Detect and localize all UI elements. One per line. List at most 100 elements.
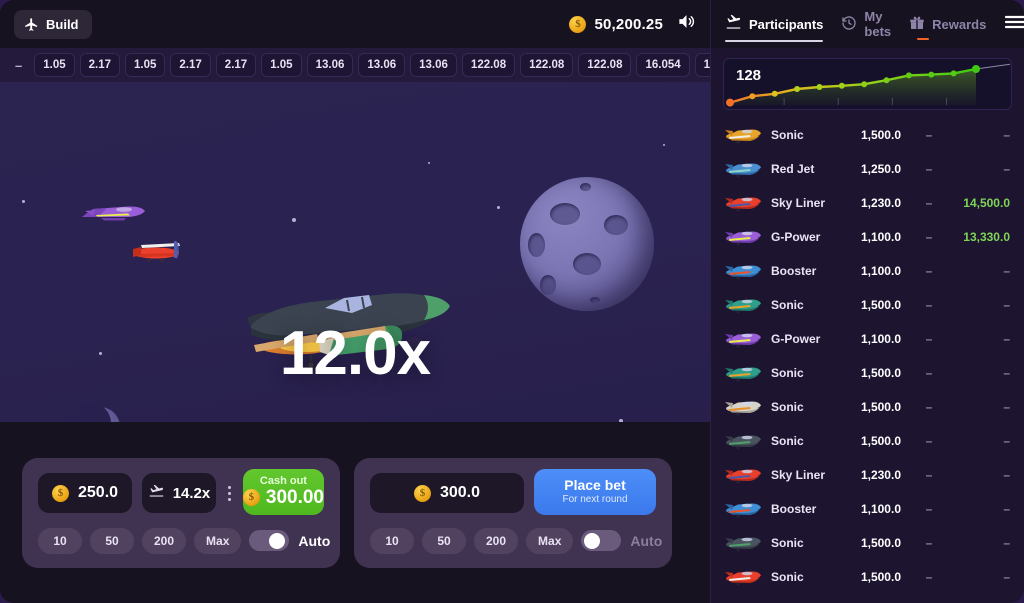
orange-prop-plane [725,129,761,144]
history-chip[interactable]: 2.17 [79,53,121,77]
participant-plane-thumbnail [721,192,763,214]
participant-row[interactable]: Sonic 1,500.0 – – [711,560,1024,594]
participant-bet: 1,100.0 [860,230,901,244]
participants-list[interactable]: Sonic 1,500.0 – – Red Jet 1,250.0 – – Sky Liner 1… [711,118,1024,603]
round-history-bar[interactable]: – 1.05 2.17 1.05 2.17 2.17 1.05 13.06 13.06 13.0… [0,48,710,82]
star [663,144,665,146]
auto-toggle-1[interactable] [249,530,290,551]
green-gray-plane [725,537,761,552]
bet-amount-input-1[interactable]: $ 250.0 [38,473,133,513]
quick-amount-chip[interactable]: 10 [370,527,414,554]
history-chip[interactable]: 122.08 [520,53,574,77]
aviator-game-app: Build $ 50,200.25 – 1.05 2.17 1.05 2.17 … [0,0,1024,603]
tab-rewards[interactable]: Rewards [909,0,986,48]
participant-multiplier: – [925,400,933,414]
participant-row[interactable]: Sonic 1,500.0 – – [711,356,1024,390]
participant-name: Red Jet [771,162,815,176]
history-chip[interactable]: 13.06 [358,53,406,77]
auto-toggle-2[interactable] [581,530,622,551]
quick-amount-list-2: 10 50 200 Max [370,527,574,554]
participant-multiplier: – [925,162,933,176]
participant-name: Sonic [771,298,804,312]
tab-participants[interactable]: Participants [725,0,824,48]
sound-on-icon[interactable] [677,12,696,36]
auto-label-1: Auto [298,532,331,549]
participant-row[interactable]: Sky Liner 1,230.0 – – [711,458,1024,492]
dots-vertical-icon[interactable] [226,485,233,501]
participant-row[interactable]: Sky Liner 1,230.0 – 14,500.0 [711,186,1024,220]
participant-bet: 1,100.0 [860,264,901,278]
participant-multiplier: – [925,468,933,482]
participant-row[interactable]: Sonic 1,500.0 – – [711,390,1024,424]
participant-win: – [1003,434,1010,448]
participant-row[interactable]: Sonic 1,500.0 – – [711,526,1024,560]
quick-amount-chip[interactable]: 10 [38,527,82,554]
quick-amount-chip[interactable]: 50 [90,527,134,554]
quick-amount-chip[interactable]: 50 [422,527,466,554]
quick-amount-chip[interactable]: 200 [474,527,519,554]
mini-chart-point [816,84,823,90]
bet-amount-input-2[interactable]: $ 300.0 [370,473,524,513]
rewards-notification-badge [917,37,930,40]
history-chip[interactable]: 2.17 [215,53,257,77]
participant-bet: 1,100.0 [860,502,901,516]
participant-multiplier: – [925,196,933,210]
bet-panel-1-top-row: $ 250.0 14.2x Cash out $ 300.00 [38,468,324,515]
participant-win: – [1003,366,1010,380]
airplane-icon [24,17,39,32]
participant-row[interactable]: Sonic 1,500.0 – – [711,288,1024,322]
participant-name: Sky Liner [771,468,826,482]
history-chip[interactable]: 13.06 [306,53,354,77]
history-chip[interactable]: 2.17 [170,53,211,77]
tab-my-bets[interactable]: My bets [841,0,891,48]
red-liner-plane [725,197,761,212]
quick-amount-chip[interactable]: 200 [142,527,187,554]
build-button[interactable]: Build [14,9,92,39]
history-chip[interactable]: 1.05 [125,53,166,77]
participant-name: G-Power [771,332,821,346]
history-chip-list: 1.05 2.17 1.05 2.17 2.17 1.05 13.06 13.06 13.06 1… [34,53,710,77]
current-multiplier: 12.0x [279,319,431,388]
participant-plane-thumbnail [721,328,763,350]
bet-panel-2-bottom-row: 10 50 200 Max Auto [370,527,662,554]
participant-multiplier: – [925,434,933,448]
participant-plane-thumbnail [721,464,763,486]
participant-multiplier: – [925,536,933,550]
participant-win: – [1003,468,1010,482]
purple-jet-plane [82,206,145,221]
participant-name: Booster [771,264,817,278]
history-chip[interactable]: 13.06 [410,53,457,77]
participant-bet: 1,500.0 [860,366,901,380]
quick-amount-chip[interactable]: Max [194,527,242,554]
cash-out-label: Cash out [259,474,307,487]
participant-row[interactable]: G-Power 1,100.0 – – [711,322,1024,356]
place-bet-button[interactable]: Place bet For next round [534,468,656,515]
participant-row[interactable]: Red Jet 1,250.0 – – [711,152,1024,186]
history-chip[interactable]: 122.08 [578,53,632,77]
participant-row[interactable]: Booster 1,100.0 – – [711,492,1024,526]
history-chip[interactable]: 16.054 [694,53,710,77]
participant-multiplier: – [925,366,933,380]
hamburger-menu-icon[interactable] [1004,14,1024,35]
participant-row[interactable]: Sonic 1,500.0 – – [711,424,1024,458]
cash-out-button[interactable]: Cash out $ 300.00 [242,468,324,515]
participant-win: – [1003,502,1010,516]
history-chip[interactable]: 1.05 [261,53,302,77]
participant-row[interactable]: G-Power 1,100.0 – 13,330.0 [711,220,1024,254]
history-chip[interactable]: 122.08 [461,53,516,77]
history-chip[interactable]: 1.05 [34,53,75,77]
balance-display[interactable]: $ 50,200.25 [569,15,663,33]
participant-win: – [1003,264,1010,278]
auto-cashout-input-1[interactable]: 14.2x [142,473,216,513]
participant-plane-thumbnail [721,498,763,520]
star [292,218,296,222]
participant-plane-thumbnail [721,158,763,180]
quick-amount-chip[interactable]: Max [526,527,574,554]
cash-out-amount: 300.00 [265,486,324,508]
history-chip[interactable]: 16.054 [636,53,690,77]
round-mini-chart: 128 [723,58,1012,110]
participant-row[interactable]: Sonic 1,500.0 – – [711,118,1024,152]
participant-row[interactable]: Booster 1,100.0 – – [711,254,1024,288]
top-bar-right: $ 50,200.25 [569,12,696,36]
participant-plane-thumbnail [721,294,763,316]
